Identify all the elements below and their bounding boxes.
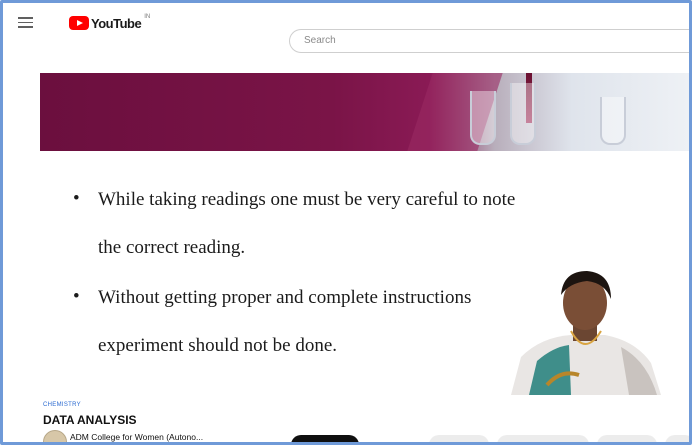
test-tube-image — [600, 97, 626, 145]
more-actions-button[interactable] — [665, 435, 689, 442]
video-title: DATA ANALYSIS — [43, 413, 137, 427]
bullet-2-line-1: Without getting proper and complete inst… — [98, 287, 472, 308]
save-button[interactable] — [597, 435, 657, 442]
browser-frame: YouTube IN Search • While taking reading… — [0, 0, 692, 445]
like-button[interactable] — [429, 435, 489, 442]
bullet-dot: • — [73, 188, 80, 209]
test-tube-image — [470, 91, 496, 145]
youtube-logo-text: YouTube — [91, 15, 142, 31]
test-tube-image — [510, 83, 536, 145]
presenter-image — [511, 271, 661, 395]
youtube-header: YouTube IN Search — [3, 3, 689, 53]
subscribe-button[interactable] — [291, 435, 359, 442]
youtube-play-icon — [69, 16, 89, 30]
youtube-logo[interactable]: YouTube IN — [69, 14, 151, 31]
youtube-country-code: IN — [144, 14, 151, 20]
channel-avatar[interactable] — [43, 430, 67, 442]
slide-banner-image — [40, 73, 689, 151]
channel-name[interactable]: ADM College for Women (Autono... — [70, 432, 203, 442]
search-placeholder: Search — [304, 35, 336, 46]
bullet-dot: • — [73, 286, 80, 307]
bullet-1-line-2: the correct reading. — [98, 237, 246, 258]
video-category[interactable]: CHEMISTRY — [43, 402, 81, 408]
search-input[interactable]: Search — [289, 29, 689, 53]
bullet-2-line-2: experiment should not be done. — [98, 335, 338, 356]
share-button[interactable] — [497, 435, 589, 442]
bullet-1-line-1: While taking readings one must be very c… — [98, 189, 516, 210]
hamburger-menu-icon[interactable] — [18, 17, 33, 28]
